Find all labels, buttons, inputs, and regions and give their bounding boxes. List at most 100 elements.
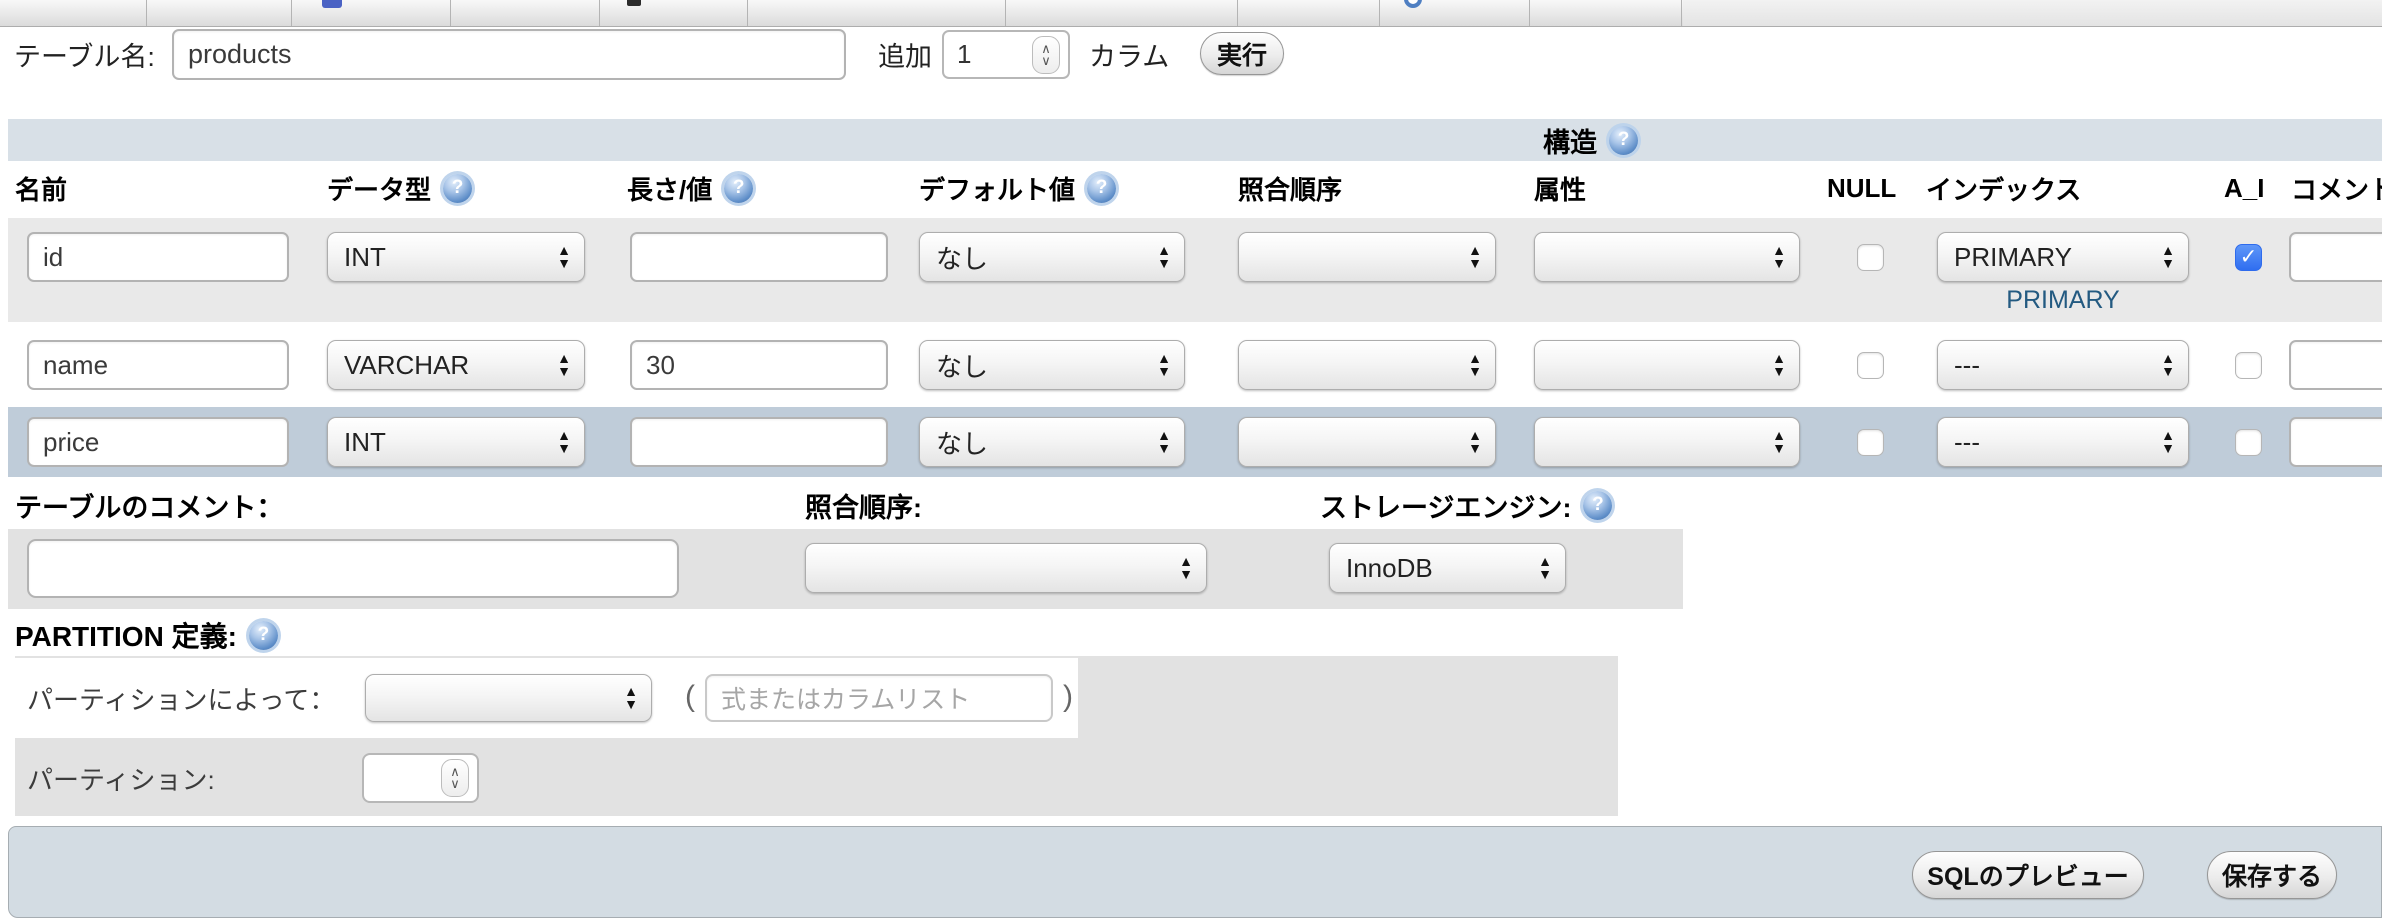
column-comment-input[interactable] (2289, 232, 2382, 282)
tab-stub[interactable] (0, 0, 147, 27)
partition-by-label: パーティションによって： (27, 674, 335, 722)
help-icon-type[interactable] (443, 174, 472, 203)
column-name-input[interactable]: name (27, 340, 289, 390)
column-name-input[interactable]: price (27, 417, 289, 467)
help-icon-engine[interactable] (1583, 491, 1612, 520)
column-name-input[interactable]: id (27, 232, 289, 282)
index-select[interactable]: --- (1937, 417, 2189, 467)
primary-index-link[interactable]: PRIMARY (1937, 286, 2189, 315)
ai-checkbox[interactable] (2235, 429, 2262, 456)
select-arrows-icon (1772, 244, 1786, 270)
tab-stub[interactable] (147, 0, 292, 27)
index-value: PRIMARY (1954, 242, 2072, 273)
column-header-row: 名前 データ型 長さ/値 デフォルト値 照合順序 属性 NULL インデックス … (8, 161, 2382, 215)
index-select[interactable]: PRIMARY (1937, 232, 2189, 282)
select-arrows-icon (1772, 429, 1786, 455)
column-name-value: price (43, 427, 99, 458)
table-collation-select[interactable] (805, 543, 1207, 593)
column-row-name: name VARCHAR 30 なし --- (8, 330, 2382, 400)
tab-icon-fragment-dark-icon (627, 0, 641, 6)
column-length-value: 30 (646, 350, 675, 381)
help-icon-partition[interactable] (249, 621, 278, 650)
select-arrows-icon (2161, 429, 2175, 455)
column-attributes-select[interactable] (1534, 417, 1800, 467)
help-icon-length[interactable] (724, 174, 753, 203)
header-null: NULL (1827, 173, 1896, 204)
header-name: 名前 (15, 170, 67, 207)
null-checkbox[interactable] (1857, 244, 1884, 271)
column-default-select[interactable]: なし (919, 340, 1185, 390)
column-comment-input[interactable] (2289, 340, 2382, 390)
column-comment-input[interactable] (2289, 417, 2382, 467)
tab-stub[interactable] (292, 0, 451, 27)
column-row-id: id INT なし PRIMARY PRIMARY (8, 218, 2382, 322)
tab-stub[interactable] (748, 0, 1006, 27)
tab-stub[interactable] (1530, 0, 1682, 27)
column-type-select[interactable]: INT (327, 232, 585, 282)
table-comment-label: テーブルのコメント： (15, 486, 283, 525)
null-checkbox[interactable] (1857, 429, 1884, 456)
tab-stub[interactable] (451, 0, 600, 27)
select-arrows-icon (557, 429, 571, 455)
add-columns-count-stepper[interactable]: 1 (942, 30, 1070, 79)
header-collation: 照合順序 (1238, 170, 1342, 207)
partition-title: PARTITION 定義: (15, 615, 237, 655)
structure-title: 構造 (1543, 121, 1597, 160)
columns-word-label: カラム (1089, 36, 1169, 72)
help-icon-default[interactable] (1087, 174, 1116, 203)
column-length-input[interactable] (630, 232, 888, 282)
column-type-value: INT (344, 427, 386, 458)
column-attributes-select[interactable] (1534, 340, 1800, 390)
add-columns-label: 追加 (878, 36, 932, 72)
close-paren: ) (1063, 680, 1073, 714)
add-columns-count-value: 1 (957, 39, 971, 70)
column-name-value: id (43, 242, 63, 273)
column-collation-select[interactable] (1238, 340, 1496, 390)
column-collation-select[interactable] (1238, 417, 1496, 467)
column-type-select[interactable]: VARCHAR (327, 340, 585, 390)
index-select[interactable]: --- (1937, 340, 2189, 390)
select-arrows-icon (1157, 352, 1171, 378)
header-length: 長さ/値 (627, 170, 712, 207)
table-name-input[interactable]: products (172, 29, 846, 80)
table-comment-input[interactable] (27, 539, 679, 598)
header-attributes: 属性 (1534, 170, 1586, 207)
select-arrows-icon (624, 685, 638, 711)
table-name-value: products (188, 39, 292, 70)
partition-count-label: パーティション: (27, 754, 215, 802)
partition-by-select[interactable] (365, 674, 652, 722)
column-length-input[interactable]: 30 (630, 340, 888, 390)
header-index: インデックス (1926, 170, 2081, 207)
partition-count-stepper[interactable] (362, 753, 479, 803)
column-default-value: なし (936, 347, 988, 384)
select-arrows-icon (1538, 555, 1552, 581)
index-value: --- (1954, 427, 1980, 458)
help-icon-structure[interactable] (1609, 126, 1638, 155)
column-default-select[interactable]: なし (919, 417, 1185, 467)
tab-stub[interactable] (1006, 0, 1238, 27)
tab-stub[interactable] (1238, 0, 1380, 27)
tab-stub[interactable] (600, 0, 748, 27)
ai-checkbox[interactable] (2235, 244, 2262, 271)
column-length-input[interactable] (630, 417, 888, 467)
partition-expression-input[interactable]: 式またはカラムリスト (705, 674, 1053, 722)
go-button[interactable]: 実行 (1200, 32, 1284, 75)
column-row-price: price INT なし --- (8, 407, 2382, 477)
column-attributes-select[interactable] (1534, 232, 1800, 282)
tab-bar-empty-area (1683, 0, 2382, 27)
form-footer: SQLのプレビュー 保存する (8, 826, 2382, 918)
stepper-arrows-icon[interactable] (441, 759, 469, 797)
storage-engine-label: ストレージエンジン: (1320, 486, 1571, 525)
table-options-band: InnoDB (8, 529, 1683, 609)
tab-stub[interactable] (1380, 0, 1530, 27)
column-collation-select[interactable] (1238, 232, 1496, 282)
storage-engine-select[interactable]: InnoDB (1329, 543, 1566, 593)
stepper-arrows-icon[interactable] (1032, 36, 1060, 74)
column-type-select[interactable]: INT (327, 417, 585, 467)
ai-checkbox[interactable] (2235, 352, 2262, 379)
null-checkbox[interactable] (1857, 352, 1884, 379)
save-button[interactable]: 保存する (2207, 851, 2337, 899)
preview-sql-button[interactable]: SQLのプレビュー (1912, 851, 2144, 899)
column-default-select[interactable]: なし (919, 232, 1185, 282)
header-ai: A_I (2224, 173, 2264, 204)
